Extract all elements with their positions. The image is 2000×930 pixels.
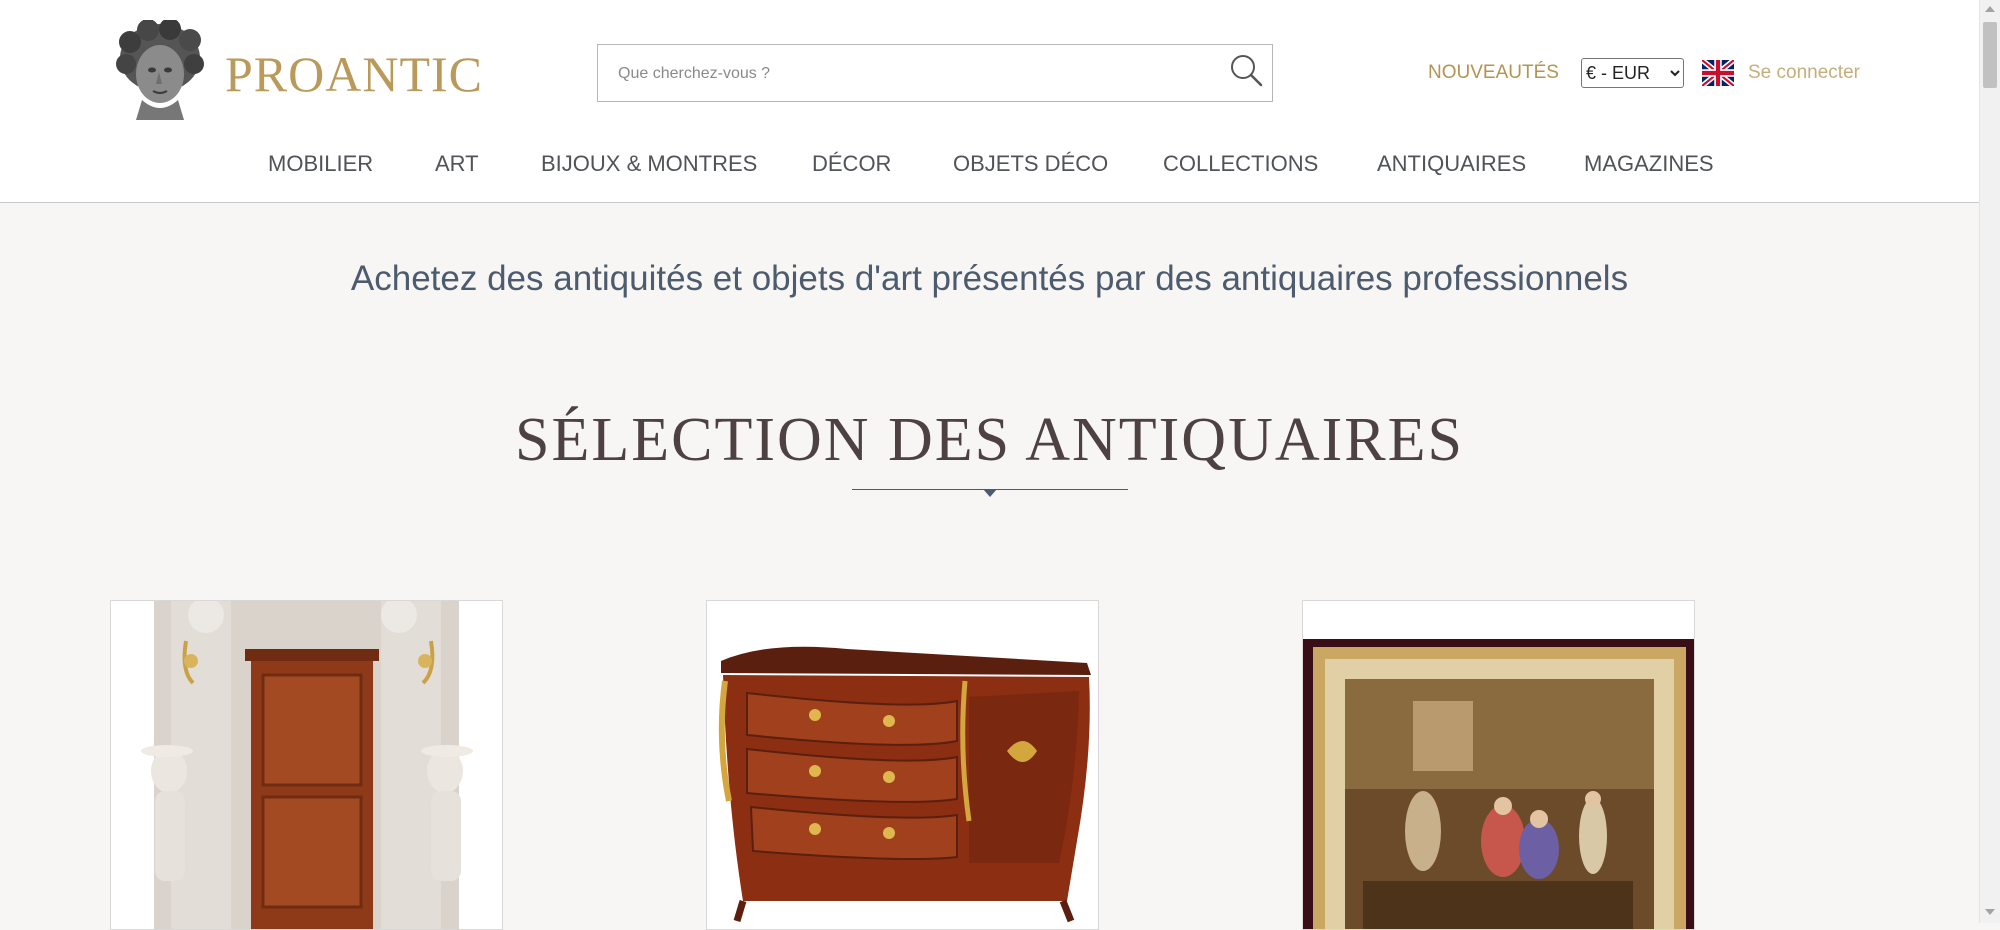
nouveautes-link[interactable]: NOUVEAUTÉS [1428, 60, 1559, 86]
product-card[interactable] [1302, 600, 1695, 930]
section-title: SÉLECTION DES ANTIQUAIRES [515, 406, 1464, 474]
currency-select[interactable]: € - EUR [1581, 58, 1684, 88]
louis-xv-commode-photo [707, 601, 1098, 929]
search-input[interactable] [616, 45, 1200, 103]
nav-item-objets-deco[interactable]: OBJETS DÉCO [953, 150, 1108, 178]
scrollbar-thumb[interactable] [1983, 22, 1997, 88]
page-tagline: Achetez des antiquités et objets d'art p… [350, 259, 1629, 298]
search-icon[interactable] [1228, 52, 1264, 88]
nav-item-art[interactable]: ART [435, 150, 479, 178]
classical-bust-icon[interactable] [112, 18, 208, 120]
product-card[interactable] [706, 600, 1099, 930]
mahogany-cabinet-photo [141, 601, 473, 929]
nav-item-antiquaires[interactable]: ANTIQUAIRES [1377, 150, 1526, 178]
search-bar [597, 44, 1273, 103]
site-logo-text[interactable]: PROANTIC [225, 44, 483, 104]
product-card[interactable] [110, 600, 503, 930]
title-divider-caret [983, 489, 997, 497]
scroll-up-icon[interactable] [1985, 6, 1995, 12]
nav-item-collections[interactable]: COLLECTIONS [1163, 150, 1318, 178]
vertical-scrollbar[interactable] [1979, 0, 2000, 923]
main-nav: MOBILIER ART BIJOUX & MONTRES DÉCOR OBJE… [108, 124, 1849, 202]
uk-flag-icon[interactable] [1700, 57, 1736, 89]
scroll-down-icon[interactable] [1985, 909, 1995, 915]
nav-item-bijoux-montres[interactable]: BIJOUX & MONTRES [541, 150, 757, 178]
nav-item-magazines[interactable]: MAGAZINES [1584, 150, 1714, 178]
gilt-framed-painting-photo [1303, 601, 1694, 929]
nav-item-decor[interactable]: DÉCOR [812, 150, 891, 178]
login-link[interactable]: Se connecter [1748, 60, 1860, 86]
nav-item-mobilier[interactable]: MOBILIER [268, 150, 373, 178]
site-header: PROANTIC NOUVEAUTÉS € - EUR Se connecter… [0, 0, 1979, 203]
